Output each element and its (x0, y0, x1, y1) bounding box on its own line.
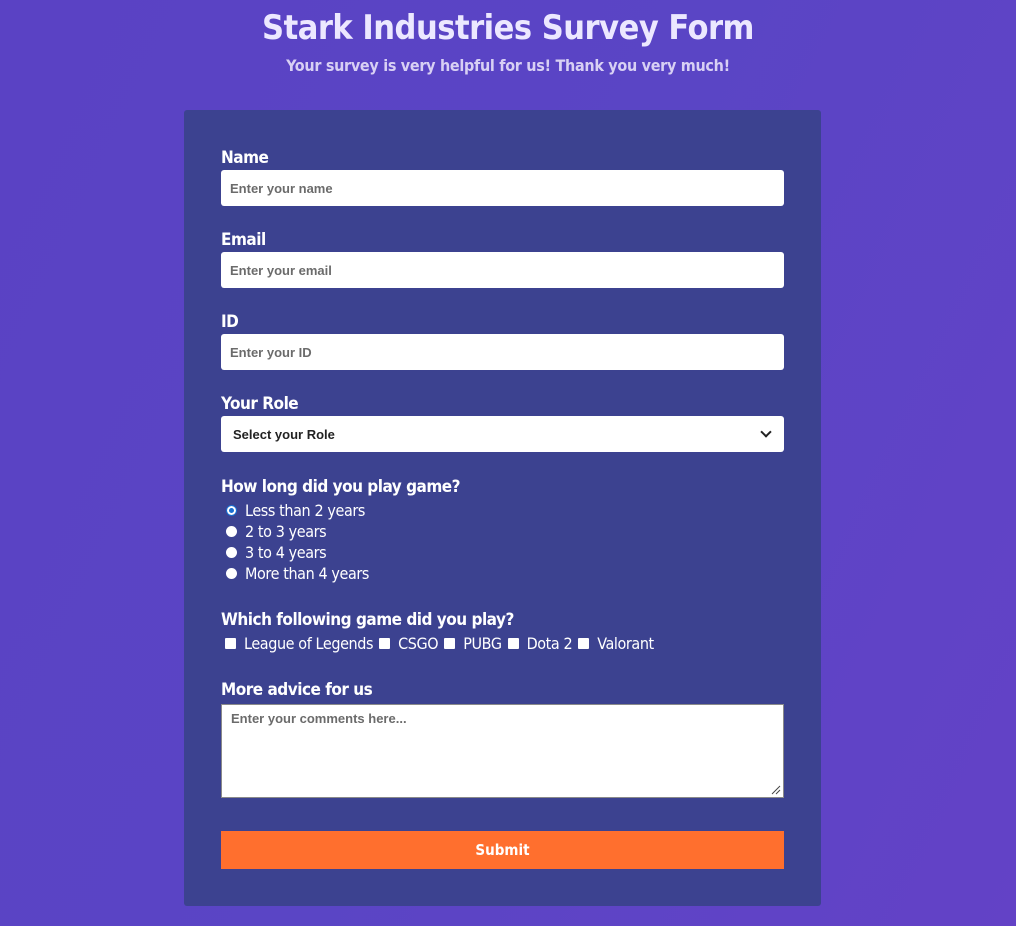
checkbox-label: League of Legends (244, 634, 374, 653)
duration-question: How long did you play game? (221, 477, 461, 497)
id-input[interactable] (221, 334, 784, 370)
email-label: Email (221, 230, 266, 250)
radio-label: More than 4 years (245, 564, 370, 583)
radio-label: Less than 2 years (245, 501, 365, 520)
checkbox[interactable] (507, 638, 519, 649)
radio-option-2-to-3[interactable]: 2 to 3 years (226, 522, 327, 541)
checkbox-label: PUBG (463, 634, 502, 653)
radio-button[interactable] (226, 568, 237, 579)
radio-label: 2 to 3 years (245, 522, 327, 541)
name-input[interactable] (221, 170, 784, 206)
advice-placeholder: Enter your comments here... (231, 711, 407, 726)
checkbox[interactable] (225, 638, 236, 649)
email-input[interactable] (221, 252, 784, 288)
checkbox-option-dota-2[interactable]: Dota 2 (507, 634, 573, 653)
advice-textarea[interactable]: Enter your comments here... (221, 704, 784, 798)
radio-button[interactable] (226, 505, 237, 516)
checkbox-label: CSGO (398, 634, 439, 653)
checkbox-label: Valorant (597, 634, 654, 653)
radio-button[interactable] (226, 547, 237, 558)
checkbox-option-valorant[interactable]: Valorant (578, 634, 654, 653)
checkbox[interactable] (444, 638, 456, 649)
checkbox-label: Dota 2 (526, 634, 573, 653)
checkbox[interactable] (578, 638, 590, 649)
id-label: ID (221, 312, 239, 332)
checkbox[interactable] (379, 638, 391, 649)
role-select[interactable]: Select your Role (221, 416, 784, 452)
resize-handle-icon[interactable] (771, 785, 781, 795)
games-question: Which following game did you play? (221, 610, 514, 630)
role-label: Your Role (221, 394, 299, 414)
radio-button[interactable] (226, 526, 237, 537)
advice-label: More advice for us (221, 680, 373, 700)
submit-button[interactable]: Submit (221, 831, 784, 869)
page-subtitle: Your survey is very helpful for us! Than… (286, 56, 730, 75)
checkbox-option-league-of-legends[interactable]: League of Legends (225, 634, 374, 653)
radio-option-less-than-2[interactable]: Less than 2 years (226, 501, 365, 520)
name-label: Name (221, 148, 269, 168)
survey-form: Name Email ID Your Role Select your Role… (184, 110, 821, 906)
games-checkbox-group: League of Legends CSGO PUBG Dota 2 Valor… (225, 634, 660, 653)
checkbox-option-pubg[interactable]: PUBG (444, 634, 502, 653)
chevron-down-icon (760, 426, 772, 438)
radio-option-more-than-4[interactable]: More than 4 years (226, 564, 369, 583)
radio-option-3-to-4[interactable]: 3 to 4 years (226, 543, 327, 562)
role-select-value: Select your Role (233, 426, 335, 442)
checkbox-option-csgo[interactable]: CSGO (379, 634, 439, 653)
radio-label: 3 to 4 years (245, 543, 327, 562)
page-title: Stark Industries Survey Form (262, 8, 754, 48)
